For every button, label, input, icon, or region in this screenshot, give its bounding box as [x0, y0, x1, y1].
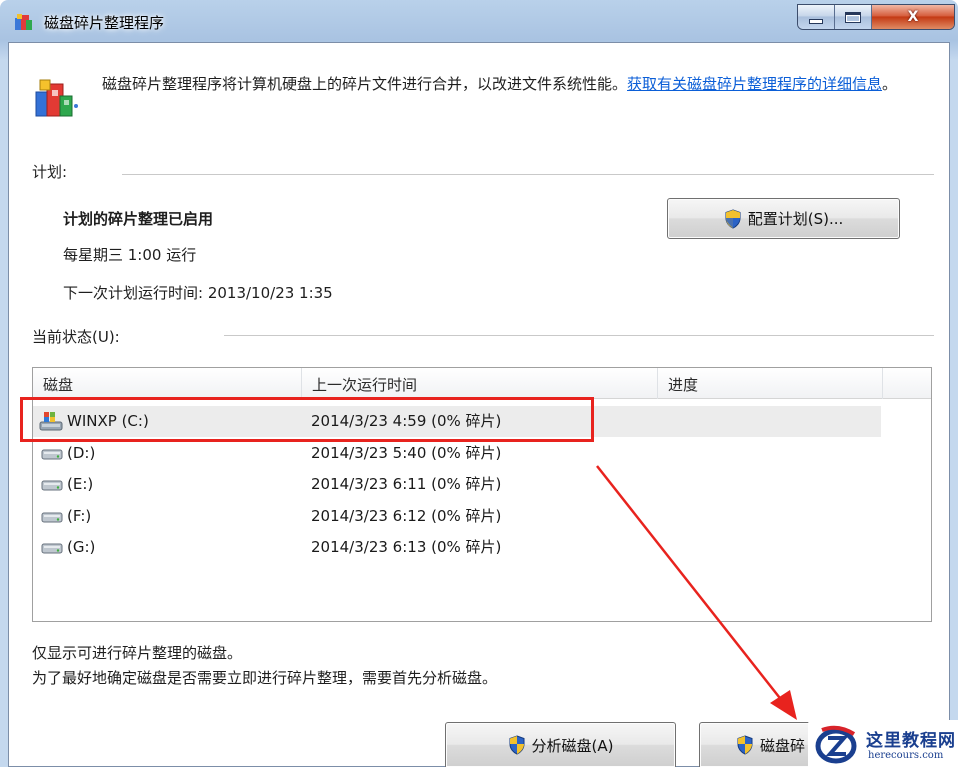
- current-status-label: 当前状态(U):: [32, 328, 120, 346]
- configure-schedule-label: 配置计划(S)...: [747, 210, 844, 228]
- more-info-link[interactable]: 获取有关磁盘碎片整理程序的详细信息: [627, 75, 882, 93]
- disk-row-d[interactable]: (D:) 2014/3/23 5:40 (0% 碎片): [33, 438, 881, 469]
- schedule-divider: [122, 174, 934, 175]
- disk-last-run: 2014/3/23 6:11 (0% 碎片): [311, 475, 502, 493]
- column-header-progress-label: 进度: [668, 376, 699, 394]
- disk-row-e[interactable]: (E:) 2014/3/23 6:11 (0% 碎片): [33, 469, 881, 500]
- watermark: 这里教程网 herecours.com: [808, 720, 958, 767]
- note-defraggable-only: 仅显示可进行碎片整理的磁盘。: [32, 644, 243, 662]
- disk-last-run: 2014/3/23 6:13 (0% 碎片): [311, 538, 502, 556]
- close-button[interactable]: X: [872, 5, 954, 29]
- schedule-group-label: 计划:: [32, 163, 68, 181]
- uac-shield-icon: [725, 208, 741, 229]
- note-analyze-first: 为了最好地确定磁盘是否需要立即进行碎片整理，需要首先分析磁盘。: [32, 669, 498, 687]
- column-header-last-run-label: 上一次运行时间: [312, 376, 418, 394]
- disk-name: (D:): [67, 444, 96, 462]
- title-bar[interactable]: 磁盘碎片整理程序 X: [0, 0, 958, 42]
- hard-drive-icon: [41, 480, 63, 491]
- watermark-domain: herecours.com: [868, 750, 944, 761]
- disk-last-run: 2014/3/23 5:40 (0% 碎片): [311, 444, 502, 462]
- disk-row-f[interactable]: (F:) 2014/3/23 6:12 (0% 碎片): [33, 501, 881, 532]
- defrag-app-icon: [15, 14, 32, 30]
- current-status-divider: [224, 335, 934, 336]
- window-title: 磁盘碎片整理程序: [44, 14, 165, 32]
- analyze-disk-label: 分析磁盘(A): [531, 736, 614, 755]
- maximize-button[interactable]: [835, 5, 872, 29]
- minimize-button[interactable]: [798, 5, 835, 29]
- disk-name: (G:): [67, 538, 96, 556]
- watermark-logo-icon: [815, 725, 857, 764]
- description-suffix: 。: [882, 75, 898, 93]
- analyze-disk-button[interactable]: 分析磁盘(A): [445, 722, 676, 767]
- hard-drive-icon: [41, 449, 63, 460]
- defragment-disk-label: 磁盘碎: [760, 736, 806, 755]
- annotation-highlight-box: [20, 397, 594, 442]
- column-header-disk-label: 磁盘: [43, 376, 74, 394]
- column-header-progress[interactable]: 进度: [658, 368, 883, 399]
- minimize-icon: [809, 18, 823, 24]
- schedule-next-run: 下一次计划运行时间: 2013/10/23 1:35: [63, 284, 333, 302]
- hard-drive-icon: [41, 543, 63, 554]
- hard-drive-icon: [41, 512, 63, 523]
- watermark-name: 这里教程网: [866, 731, 956, 751]
- close-icon: X: [907, 9, 919, 25]
- uac-shield-icon: [737, 735, 753, 755]
- configure-schedule-button[interactable]: 配置计划(S)...: [667, 198, 900, 239]
- disk-name: (E:): [67, 475, 94, 493]
- header-description: 磁盘碎片整理程序将计算机硬盘上的碎片文件进行合并，以改进文件系统性能。获取有关磁…: [102, 72, 928, 96]
- disk-row-g[interactable]: (G:) 2014/3/23 6:13 (0% 碎片): [33, 532, 881, 563]
- disk-last-run: 2014/3/23 6:12 (0% 碎片): [311, 507, 502, 525]
- schedule-frequency: 每星期三 1:00 运行: [63, 246, 197, 264]
- description-text: 磁盘碎片整理程序将计算机硬盘上的碎片文件进行合并，以改进文件系统性能。: [102, 75, 628, 93]
- schedule-status: 计划的碎片整理已启用: [63, 210, 214, 228]
- defrag-header-icon: [35, 79, 78, 117]
- maximize-icon: [845, 11, 861, 23]
- disk-name: (F:): [67, 507, 92, 525]
- caption-buttons: X: [797, 4, 955, 30]
- uac-shield-icon: [509, 735, 525, 755]
- column-header-disk[interactable]: 磁盘: [33, 368, 302, 399]
- column-header-last-run[interactable]: 上一次运行时间: [302, 368, 658, 399]
- list-header: 磁盘 上一次运行时间 进度: [33, 368, 931, 399]
